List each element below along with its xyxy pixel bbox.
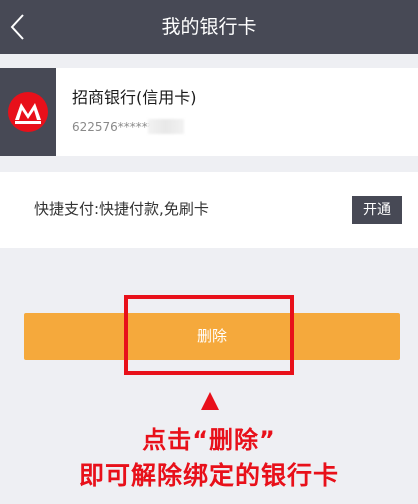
nav-bar: 我的银行卡 xyxy=(0,0,418,54)
arrow-up-icon xyxy=(201,392,219,410)
page-title: 我的银行卡 xyxy=(161,16,257,38)
bank-card-item[interactable]: 招商银行(信用卡) 622576****** xyxy=(0,68,418,156)
open-quickpay-button[interactable]: 开通 xyxy=(352,196,402,224)
screen: 我的银行卡 招商银行(信用卡) 622576****** 快捷支付:快捷付款,免… xyxy=(0,0,418,504)
card-number: 622576****** xyxy=(72,120,154,134)
quickpay-label: 快捷支付:快捷付款,免刷卡 xyxy=(34,200,209,218)
annotation-line-2: 即可解除绑定的银行卡 xyxy=(78,461,339,490)
bank-logo-container xyxy=(0,68,56,156)
card-number-blur xyxy=(148,119,184,134)
annotation-line-1: 点击“删除” xyxy=(142,426,276,454)
quickpay-row: 快捷支付:快捷付款,免刷卡 开通 xyxy=(0,172,418,248)
cmb-bank-logo-icon xyxy=(8,92,48,132)
bank-name: 招商银行(信用卡) xyxy=(72,88,197,107)
highlight-box xyxy=(124,295,294,375)
